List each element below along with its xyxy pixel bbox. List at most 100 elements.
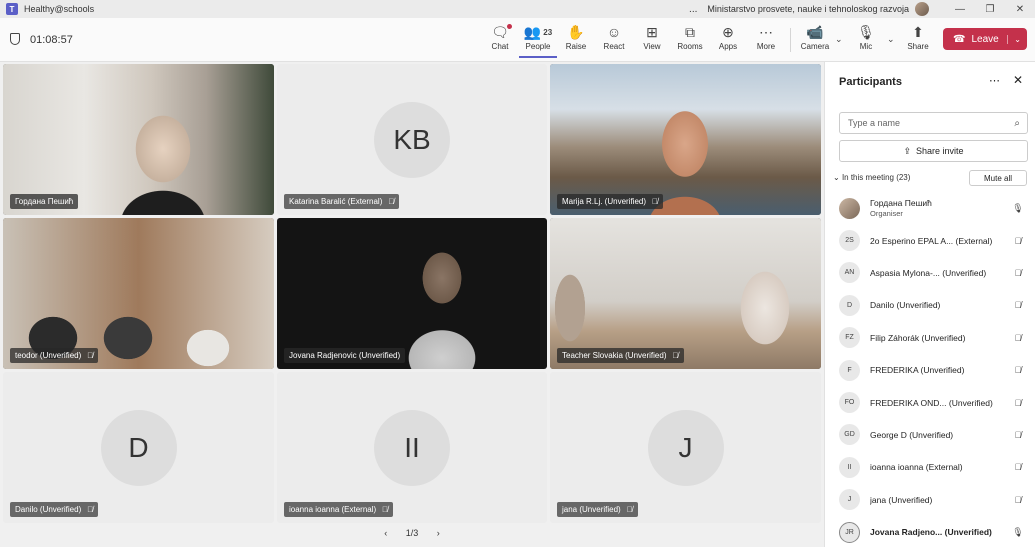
mic-muted-icon: 🎙̸ <box>652 197 659 206</box>
participant-row[interactable]: F FREDERIKA (Unverified) 🎙̸ <box>825 354 1035 386</box>
participant-name: ioanna ioanna (External) <box>870 462 963 473</box>
participant-nametag: Marija R.Lj. (Unverified) 🎙̸ <box>557 194 664 209</box>
mic-muted-icon: 🎙̸ <box>1014 429 1022 440</box>
more-button[interactable]: ⋯ More <box>747 22 785 58</box>
plus-icon: ⊕ <box>722 23 734 40</box>
participant-name: Marija R.Lj. (Unverified) <box>562 197 647 206</box>
view-button[interactable]: ⊞ View <box>633 22 671 58</box>
participant-row[interactable]: 2S 2o Esperino EPAL A... (External) 🎙̸ <box>825 224 1035 256</box>
profile-avatar[interactable] <box>915 2 929 16</box>
avatar-tile[interactable]: II ioanna ioanna (External) 🎙̸ <box>277 372 547 523</box>
share-label: Share <box>907 42 929 51</box>
section-label: In this meeting (23) <box>841 173 911 182</box>
participant-role: Organiser <box>870 209 903 219</box>
share-invite-button[interactable]: ⇪ Share invite <box>839 140 1028 162</box>
page-indicator: 1/3 <box>405 528 419 538</box>
people-count: 23 <box>543 27 553 37</box>
chat-label: Chat <box>491 42 509 51</box>
mic-options-chevron-icon[interactable]: ⌄ <box>887 34 895 45</box>
mic-muted-icon: 🎙̸ <box>1014 494 1022 505</box>
participant-row[interactable]: AN Aspasia Mylona-... (Unverified) 🎙̸ <box>825 257 1035 289</box>
react-button[interactable]: ☺ React <box>595 22 633 58</box>
unread-dot <box>506 24 512 29</box>
camera-options-chevron-icon[interactable]: ⌄ <box>835 34 843 45</box>
share-button[interactable]: ⬆ Share <box>899 22 937 58</box>
panel-close-icon[interactable]: ✕ <box>1013 73 1023 87</box>
participant-name: jana (Unverified) <box>562 505 621 514</box>
close-window-icon[interactable]: ✕ <box>1005 4 1035 15</box>
restore-icon[interactable]: ❐ <box>975 4 1005 15</box>
apps-label: Apps <box>718 42 738 51</box>
participant-nametag: Katarina Baralić (External) 🎙̸ <box>284 194 400 209</box>
mic-button[interactable]: 🎙 Mic <box>847 22 885 58</box>
participant-row[interactable]: J jana (Unverified) 🎙̸ <box>825 484 1035 516</box>
avatar: JR <box>839 521 860 543</box>
more-label: More <box>756 42 776 51</box>
meeting-toolbar: 01:08:57 🗨 Chat 👥 23 People ✋ Raise ☺ Rea… <box>0 18 1035 62</box>
avatar-tile[interactable]: D Danilo (Unverified) 🎙̸ <box>3 372 274 523</box>
raise-hand-button[interactable]: ✋ Raise <box>557 22 595 58</box>
participant-row[interactable]: Гордана Пешић Organiser 🎙 <box>825 192 1035 224</box>
mic-muted-icon: 🎙̸ <box>1014 300 1022 311</box>
grid-icon: ⊞ <box>646 23 658 40</box>
participant-row[interactable]: II ioanna ioanna (External) 🎙̸ <box>825 451 1035 483</box>
participant-nametag: Danilo (Unverified) 🎙̸ <box>10 502 99 517</box>
window-title: Healthy@schools <box>24 4 95 14</box>
initials-avatar: J <box>647 409 724 486</box>
participant-row[interactable]: GD George D (Unverified) 🎙̸ <box>825 419 1035 451</box>
view-label: View <box>643 42 661 51</box>
leave-button[interactable]: ☎ Leave ⌄ <box>943 28 1027 50</box>
react-label: React <box>603 42 625 51</box>
participant-list: Гордана Пешић Organiser 🎙 2S 2o Esperino … <box>825 192 1035 547</box>
participant-name: George D (Unverified) <box>870 429 954 440</box>
panel-more-icon[interactable]: ⋯ <box>989 74 1000 87</box>
avatar-tile[interactable]: KB Katarina Baralić (External) 🎙̸ <box>277 64 547 215</box>
mic-muted-icon: 🎙̸ <box>1014 462 1022 473</box>
next-page-chevron-icon[interactable]: › <box>437 528 440 538</box>
meeting-timer: 01:08:57 <box>30 34 73 46</box>
video-grid: Гордана Пешић KB Katarina Baralić (Exter… <box>0 62 824 547</box>
mic-icon: 🎙 <box>1012 202 1024 213</box>
participant-search-input[interactable]: Type a name ⌕ <box>839 112 1028 134</box>
camera-button[interactable]: 📹 Camera <box>796 22 834 58</box>
mic-muted-icon: 🎙̸ <box>1014 332 1022 343</box>
minimize-icon[interactable]: — <box>945 4 975 15</box>
participant-name: FREDERIKA OND... (Unverified) <box>870 397 993 408</box>
camera-label: Camera <box>800 42 830 51</box>
video-tile-active-speaker[interactable]: Jovana Radjenovic (Unverified) <box>277 218 547 369</box>
mute-all-button[interactable]: Mute all <box>969 170 1027 186</box>
video-tile[interactable]: teodor (Unverified) 🎙̸ <box>3 218 274 369</box>
leave-options-chevron-icon[interactable]: ⌄ <box>1007 34 1021 44</box>
participant-name: Jovana Radjeno... (Unverified) <box>870 527 992 538</box>
raise-label: Raise <box>565 42 587 51</box>
share-icon: ⬆ <box>912 23 924 40</box>
rooms-button[interactable]: ⧉ Rooms <box>671 22 709 58</box>
participant-row[interactable]: FZ Filip Záhorák (Unverified) 🎙̸ <box>825 322 1035 354</box>
participant-nametag: Jovana Radjenovic (Unverified) <box>284 348 406 363</box>
participant-nametag: jana (Unverified) 🎙̸ <box>557 502 638 517</box>
people-button[interactable]: 👥 23 People <box>519 22 557 58</box>
prev-page-chevron-icon[interactable]: ‹ <box>384 528 387 538</box>
participant-name: Гордана Пешић <box>870 198 932 209</box>
participant-row[interactable]: JR Jovana Radjeno... (Unverified) 🎙 <box>825 516 1035 547</box>
participant-nametag: teodor (Unverified) 🎙̸ <box>10 348 99 363</box>
rooms-label: Rooms <box>677 42 703 51</box>
apps-button[interactable]: ⊕ Apps <box>709 22 747 58</box>
video-tile[interactable]: Teacher Slovakia (Unverified) 🎙̸ <box>550 218 821 369</box>
participant-name: 2o Esperino EPAL A... (External) <box>870 235 993 246</box>
participant-name: FREDERIKA (Unverified) <box>870 365 965 376</box>
shield-icon <box>10 33 20 45</box>
participant-row[interactable]: FO FREDERIKA OND... (Unverified) 🎙̸ <box>825 386 1035 418</box>
mic-muted-icon: 🎙̸ <box>1014 267 1022 278</box>
initials-avatar: II <box>374 409 450 486</box>
mic-icon: 🎙 <box>857 23 875 40</box>
chat-button[interactable]: 🗨 Chat <box>481 22 519 58</box>
video-tile[interactable]: Marija R.Lj. (Unverified) 🎙̸ <box>550 64 821 215</box>
participant-row[interactable]: D Danilo (Unverified) 🎙̸ <box>825 289 1035 321</box>
avatar: AN <box>839 262 860 284</box>
avatar-tile[interactable]: J jana (Unverified) 🎙̸ <box>550 372 821 523</box>
more-options-icon[interactable]: ... <box>689 4 697 15</box>
in-meeting-section-toggle[interactable]: ⌄ In this meeting (23) <box>833 173 910 182</box>
video-tile[interactable]: Гордана Пешић <box>3 64 274 215</box>
avatar: FZ <box>839 327 860 349</box>
